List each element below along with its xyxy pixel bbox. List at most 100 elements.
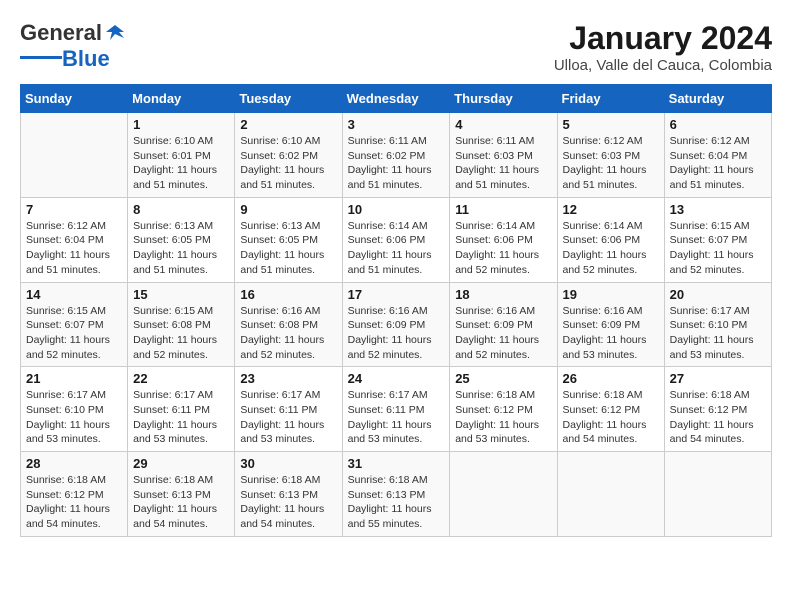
day-info: Sunrise: 6:10 AMSunset: 6:01 PMDaylight:… — [133, 134, 229, 193]
calendar-cell: 8 Sunrise: 6:13 AMSunset: 6:05 PMDaylight… — [128, 197, 235, 282]
calendar-cell: 2 Sunrise: 6:10 AMSunset: 6:02 PMDaylight… — [235, 113, 342, 198]
col-header-sunday: Sunday — [21, 85, 128, 113]
day-number: 27 — [670, 371, 766, 386]
calendar-cell: 10Sunrise: 6:14 AMSunset: 6:06 PMDayligh… — [342, 197, 450, 282]
calendar-cell: 6 Sunrise: 6:12 AMSunset: 6:04 PMDaylight… — [664, 113, 771, 198]
calendar-week-1: 1 Sunrise: 6:10 AMSunset: 6:01 PMDaylight… — [21, 113, 772, 198]
day-info: Sunrise: 6:16 AMSunset: 6:08 PMDaylight:… — [240, 304, 336, 363]
title-block: January 2024 Ulloa, Valle del Cauca, Col… — [554, 20, 772, 74]
calendar-cell — [557, 452, 664, 537]
day-info: Sunrise: 6:11 AMSunset: 6:02 PMDaylight:… — [348, 134, 445, 193]
col-header-monday: Monday — [128, 85, 235, 113]
logo: General Blue — [20, 20, 126, 72]
day-number: 25 — [455, 371, 551, 386]
col-header-tuesday: Tuesday — [235, 85, 342, 113]
day-info: Sunrise: 6:18 AMSunset: 6:13 PMDaylight:… — [240, 473, 336, 532]
day-number: 31 — [348, 456, 445, 471]
day-number: 5 — [563, 117, 659, 132]
calendar-cell — [450, 452, 557, 537]
calendar-cell: 22Sunrise: 6:17 AMSunset: 6:11 PMDayligh… — [128, 367, 235, 452]
calendar-cell: 4Sunrise: 6:11 AMSunset: 6:03 PMDaylight… — [450, 113, 557, 198]
calendar-cell — [21, 113, 128, 198]
calendar-cell: 23 Sunrise: 6:17 AMSunset: 6:11 PMDayligh… — [235, 367, 342, 452]
day-number: 26 — [563, 371, 659, 386]
calendar-cell: 3Sunrise: 6:11 AMSunset: 6:02 PMDaylight… — [342, 113, 450, 198]
day-info: Sunrise: 6:14 AMSunset: 6:06 PMDaylight:… — [455, 219, 551, 278]
calendar-cell: 31 Sunrise: 6:18 AMSunset: 6:13 PMDayligh… — [342, 452, 450, 537]
day-info: Sunrise: 6:16 AMSunset: 6:09 PMDaylight:… — [348, 304, 445, 363]
calendar-cell: 28Sunrise: 6:18 AMSunset: 6:12 PMDayligh… — [21, 452, 128, 537]
day-number: 15 — [133, 287, 229, 302]
day-number: 17 — [348, 287, 445, 302]
day-number: 13 — [670, 202, 766, 217]
day-number: 29 — [133, 456, 229, 471]
day-number: 12 — [563, 202, 659, 217]
day-info: Sunrise: 6:13 AMSunset: 6:05 PMDaylight:… — [240, 219, 336, 278]
calendar-subtitle: Ulloa, Valle del Cauca, Colombia — [554, 57, 772, 74]
logo-general: General — [20, 20, 102, 46]
col-header-friday: Friday — [557, 85, 664, 113]
day-info: Sunrise: 6:18 AMSunset: 6:13 PMDaylight:… — [133, 473, 229, 532]
calendar-week-3: 14 Sunrise: 6:15 AMSunset: 6:07 PMDayligh… — [21, 282, 772, 367]
calendar-cell: 25 Sunrise: 6:18 AMSunset: 6:12 PMDayligh… — [450, 367, 557, 452]
calendar-cell: 5 Sunrise: 6:12 AMSunset: 6:03 PMDaylight… — [557, 113, 664, 198]
calendar-cell — [664, 452, 771, 537]
day-info: Sunrise: 6:10 AMSunset: 6:02 PMDaylight:… — [240, 134, 336, 193]
calendar-cell: 26 Sunrise: 6:18 AMSunset: 6:12 PMDayligh… — [557, 367, 664, 452]
day-info: Sunrise: 6:18 AMSunset: 6:12 PMDaylight:… — [26, 473, 122, 532]
calendar-week-5: 28Sunrise: 6:18 AMSunset: 6:12 PMDayligh… — [21, 452, 772, 537]
day-number: 2 — [240, 117, 336, 132]
calendar-cell: 16 Sunrise: 6:16 AMSunset: 6:08 PMDayligh… — [235, 282, 342, 367]
calendar-cell: 21Sunrise: 6:17 AMSunset: 6:10 PMDayligh… — [21, 367, 128, 452]
day-number: 24 — [348, 371, 445, 386]
day-number: 16 — [240, 287, 336, 302]
day-number: 4 — [455, 117, 551, 132]
calendar-cell: 13 Sunrise: 6:15 AMSunset: 6:07 PMDayligh… — [664, 197, 771, 282]
day-number: 23 — [240, 371, 336, 386]
day-info: Sunrise: 6:18 AMSunset: 6:12 PMDaylight:… — [455, 388, 551, 447]
page-header: General Blue January 2024 Ulloa, Valle d… — [20, 20, 772, 74]
day-number: 7 — [26, 202, 122, 217]
day-number: 1 — [133, 117, 229, 132]
calendar-week-2: 7Sunrise: 6:12 AMSunset: 6:04 PMDaylight… — [21, 197, 772, 282]
day-info: Sunrise: 6:18 AMSunset: 6:12 PMDaylight:… — [563, 388, 659, 447]
calendar-cell: 30Sunrise: 6:18 AMSunset: 6:13 PMDayligh… — [235, 452, 342, 537]
calendar-cell: 14 Sunrise: 6:15 AMSunset: 6:07 PMDayligh… — [21, 282, 128, 367]
day-info: Sunrise: 6:16 AMSunset: 6:09 PMDaylight:… — [563, 304, 659, 363]
logo-blue: Blue — [62, 46, 110, 72]
col-header-thursday: Thursday — [450, 85, 557, 113]
calendar-cell: 11 Sunrise: 6:14 AMSunset: 6:06 PMDayligh… — [450, 197, 557, 282]
day-info: Sunrise: 6:17 AMSunset: 6:11 PMDaylight:… — [240, 388, 336, 447]
col-header-wednesday: Wednesday — [342, 85, 450, 113]
day-info: Sunrise: 6:15 AMSunset: 6:07 PMDaylight:… — [26, 304, 122, 363]
calendar-cell: 20 Sunrise: 6:17 AMSunset: 6:10 PMDayligh… — [664, 282, 771, 367]
day-number: 14 — [26, 287, 122, 302]
calendar-cell: 29 Sunrise: 6:18 AMSunset: 6:13 PMDayligh… — [128, 452, 235, 537]
day-number: 9 — [240, 202, 336, 217]
day-info: Sunrise: 6:12 AMSunset: 6:03 PMDaylight:… — [563, 134, 659, 193]
day-info: Sunrise: 6:16 AMSunset: 6:09 PMDaylight:… — [455, 304, 551, 363]
calendar-cell: 15Sunrise: 6:15 AMSunset: 6:08 PMDayligh… — [128, 282, 235, 367]
day-number: 11 — [455, 202, 551, 217]
calendar-week-4: 21Sunrise: 6:17 AMSunset: 6:10 PMDayligh… — [21, 367, 772, 452]
day-info: Sunrise: 6:17 AMSunset: 6:11 PMDaylight:… — [348, 388, 445, 447]
day-info: Sunrise: 6:17 AMSunset: 6:10 PMDaylight:… — [670, 304, 766, 363]
day-number: 18 — [455, 287, 551, 302]
calendar-title: January 2024 — [554, 20, 772, 57]
day-info: Sunrise: 6:12 AMSunset: 6:04 PMDaylight:… — [670, 134, 766, 193]
day-info: Sunrise: 6:13 AMSunset: 6:05 PMDaylight:… — [133, 219, 229, 278]
day-number: 22 — [133, 371, 229, 386]
calendar-header-row: SundayMondayTuesdayWednesdayThursdayFrid… — [21, 85, 772, 113]
day-info: Sunrise: 6:15 AMSunset: 6:07 PMDaylight:… — [670, 219, 766, 278]
day-info: Sunrise: 6:18 AMSunset: 6:12 PMDaylight:… — [670, 388, 766, 447]
day-info: Sunrise: 6:18 AMSunset: 6:13 PMDaylight:… — [348, 473, 445, 532]
day-number: 6 — [670, 117, 766, 132]
calendar-table: SundayMondayTuesdayWednesdayThursdayFrid… — [20, 84, 772, 537]
day-number: 8 — [133, 202, 229, 217]
calendar-cell: 17 Sunrise: 6:16 AMSunset: 6:09 PMDayligh… — [342, 282, 450, 367]
calendar-cell: 19Sunrise: 6:16 AMSunset: 6:09 PMDayligh… — [557, 282, 664, 367]
logo-bird-icon — [104, 22, 126, 44]
calendar-cell: 1 Sunrise: 6:10 AMSunset: 6:01 PMDaylight… — [128, 113, 235, 198]
calendar-cell: 27 Sunrise: 6:18 AMSunset: 6:12 PMDayligh… — [664, 367, 771, 452]
day-number: 20 — [670, 287, 766, 302]
